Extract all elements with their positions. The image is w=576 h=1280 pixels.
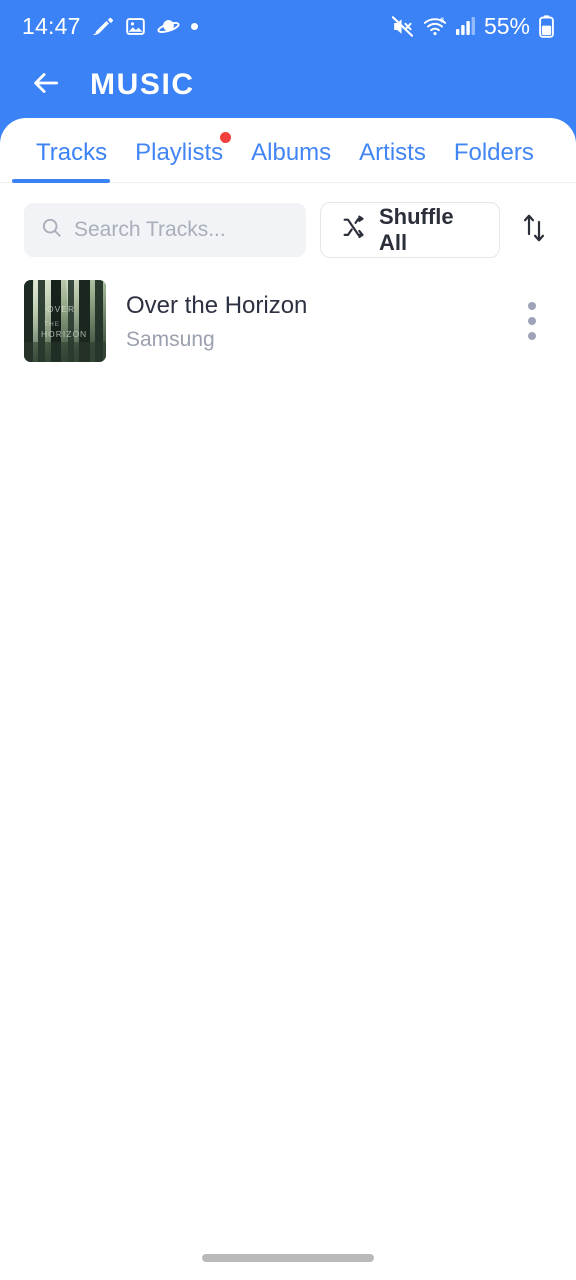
kebab-dot	[528, 332, 536, 340]
shuffle-all-label: Shuffle All	[379, 204, 454, 255]
tab-artists[interactable]: Artists	[345, 118, 440, 188]
more-vertical-icon[interactable]	[510, 293, 554, 349]
tab-playlists[interactable]: Playlists	[121, 118, 237, 188]
status-bar-clock: 14:47	[22, 12, 81, 39]
battery-icon	[539, 14, 554, 38]
controls-row: Search Tracks... Shuffle All	[0, 188, 576, 258]
search-placeholder: Search Tracks...	[74, 218, 226, 241]
cellular-signal-icon	[455, 16, 475, 36]
table-row[interactable]: OVER THE HORIZON Over the Horizon Samsun…	[0, 268, 576, 374]
tab-playlists-label: Playlists	[135, 139, 224, 166]
pen-nib-icon	[92, 15, 114, 37]
app-bar: MUSIC	[0, 52, 576, 118]
tab-tracks[interactable]: Tracks	[22, 118, 121, 188]
tab-folders-label: Folders	[453, 139, 534, 166]
svg-text:HORIZON: HORIZON	[41, 329, 87, 339]
mute-icon	[391, 15, 414, 38]
tab-tracks-label: Tracks	[36, 139, 108, 166]
track-title: Over the Horizon	[126, 291, 308, 319]
content-sheet: Tracks Playlists Albums Artists Folders	[0, 118, 576, 1280]
status-bar-left: 14:47	[22, 13, 198, 40]
battery-percentage: 55%	[483, 12, 530, 39]
dot-indicator-icon	[190, 22, 198, 30]
back-arrow-icon	[30, 67, 62, 104]
tab-folders[interactable]: Folders	[440, 118, 548, 188]
active-tab-indicator	[12, 179, 110, 183]
kebab-dot	[528, 317, 536, 325]
wifi-6-icon: 6	[423, 15, 447, 37]
tab-albums-label: Albums	[251, 139, 332, 166]
forest-album-art: OVER THE HORIZON	[24, 280, 106, 362]
image-icon	[125, 16, 146, 37]
status-bar-right: 6 55%	[391, 13, 554, 40]
track-artist: Samsung	[126, 327, 215, 351]
page-title: MUSIC	[90, 68, 195, 101]
tab-artists-label: Artists	[359, 139, 426, 166]
playlists-badge-dot	[220, 132, 232, 143]
planet-icon	[157, 15, 180, 38]
tab-bar[interactable]: Tracks Playlists Albums Artists Folders	[0, 118, 576, 188]
sort-button[interactable]	[514, 203, 554, 257]
shuffle-all-button[interactable]: Shuffle All	[320, 202, 501, 258]
home-indicator[interactable]	[202, 1254, 374, 1262]
shuffle-icon	[341, 215, 366, 245]
track-meta: Over the Horizon Samsung	[126, 291, 490, 352]
back-button[interactable]	[28, 67, 64, 103]
kebab-dot	[528, 302, 536, 310]
tab-albums[interactable]: Albums	[237, 118, 345, 188]
svg-text:THE: THE	[44, 321, 60, 328]
svg-text:6: 6	[440, 16, 444, 25]
phone-screen: 14:47 6 55% MUSIC Tracks Playlists Album…	[0, 0, 576, 1280]
sort-arrows-icon	[520, 212, 548, 249]
status-bar: 14:47 6 55%	[0, 0, 576, 52]
svg-text:OVER: OVER	[47, 304, 75, 314]
track-list: OVER THE HORIZON Over the Horizon Samsun…	[0, 258, 576, 374]
search-input[interactable]: Search Tracks...	[24, 203, 306, 257]
search-icon	[40, 216, 63, 244]
